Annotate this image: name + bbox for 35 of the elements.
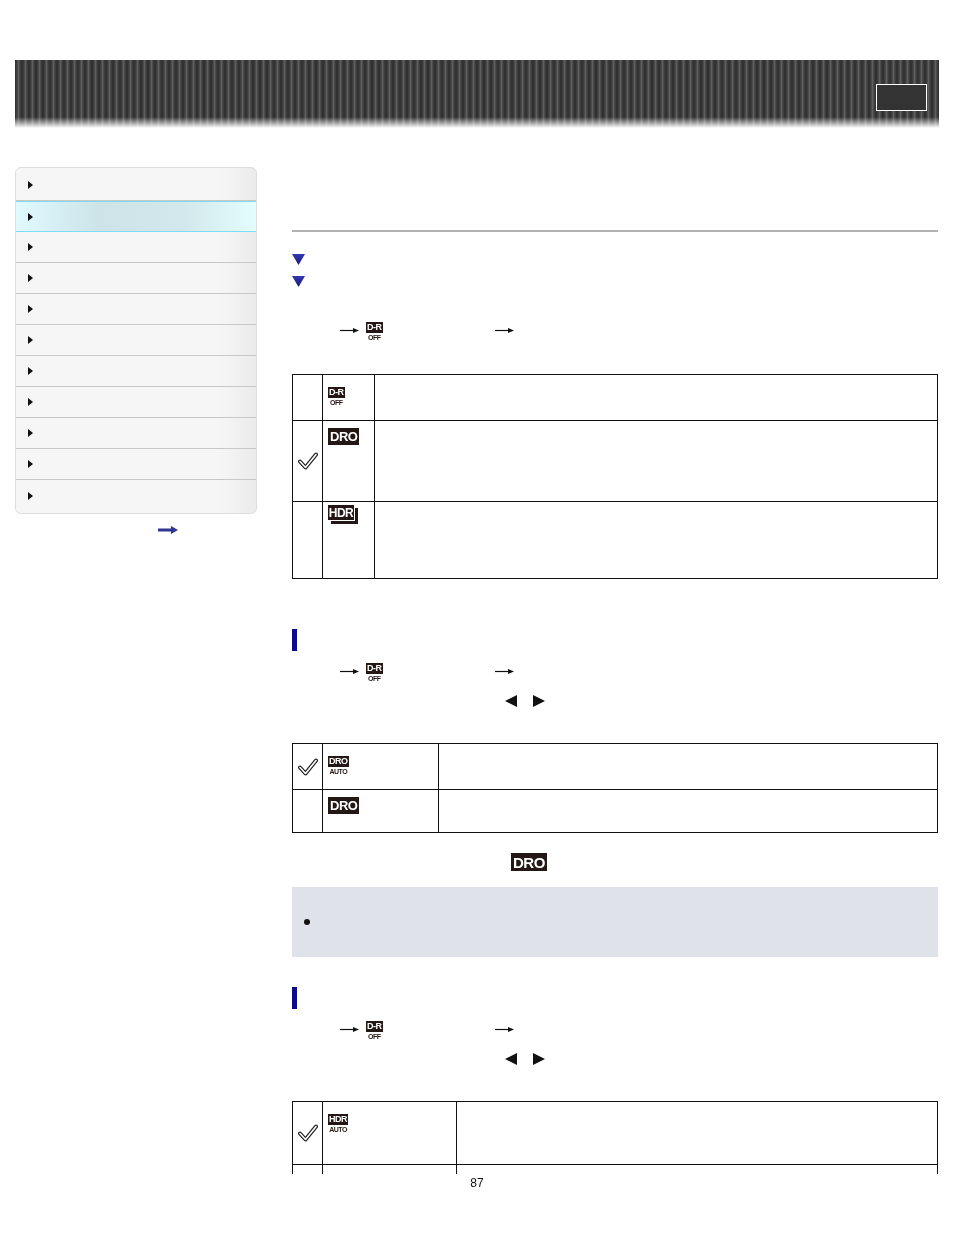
down-triangle-icon[interactable] [292,276,305,287]
caret-icon [28,429,33,437]
caret-icon [28,305,33,313]
mode-badge: DRO [511,853,547,871]
bullet-icon [304,919,310,925]
left-triangle-icon [505,1053,517,1065]
mode-badge: DRO [328,428,360,445]
right-arrow-icon [340,667,359,675]
right-triangle-icon [533,1053,545,1065]
page-number: 87 [470,1176,484,1190]
header-button[interactable] [876,84,927,111]
left-triangle-icon [505,695,517,707]
right-arrow-icon [340,1025,359,1033]
right-arrow-icon [494,1025,514,1033]
sidebar-item[interactable] [16,201,256,232]
caret-icon [28,212,33,221]
sidebar-item[interactable] [16,170,256,201]
down-triangle-icon[interactable] [292,254,305,265]
right-arrow-icon [494,667,514,675]
right-arrow-icon[interactable] [158,526,178,534]
caret-icon [28,336,33,344]
caret-icon [28,460,33,468]
right-arrow-icon [494,326,514,334]
right-arrow-icon [340,326,359,334]
mode-badge: DRO [328,797,360,814]
caret-icon [28,491,33,500]
caret-icon [28,367,33,375]
caret-icon [28,181,33,189]
heading-marker [292,629,297,651]
mode-badge: HDR [328,505,358,524]
right-triangle-icon [533,695,545,707]
caret-icon [28,274,33,282]
heading-marker [292,987,297,1009]
caret-icon [28,398,33,406]
caret-icon [28,243,33,251]
